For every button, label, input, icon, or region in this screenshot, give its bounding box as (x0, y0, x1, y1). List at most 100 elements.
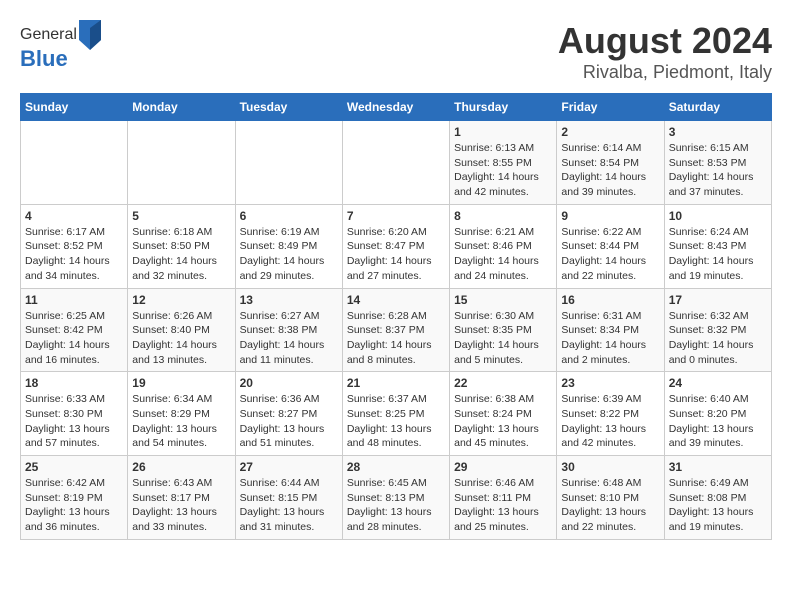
calendar-day: 9 Sunrise: 6:22 AMSunset: 8:44 PMDaylight… (557, 204, 664, 288)
day-number: 26 (132, 460, 230, 474)
calendar-week-1: 1 Sunrise: 6:13 AMSunset: 8:55 PMDaylight… (21, 121, 772, 205)
calendar-day (128, 121, 235, 205)
calendar-table: SundayMondayTuesdayWednesdayThursdayFrid… (20, 93, 772, 540)
weekday-header-monday: Monday (128, 94, 235, 121)
weekday-header-saturday: Saturday (664, 94, 771, 121)
day-number: 17 (669, 293, 767, 307)
day-info: Sunrise: 6:36 AMSunset: 8:27 PMDaylight:… (240, 392, 338, 451)
day-number: 13 (240, 293, 338, 307)
day-info: Sunrise: 6:24 AMSunset: 8:43 PMDaylight:… (669, 225, 767, 284)
day-number: 28 (347, 460, 445, 474)
calendar-week-3: 11 Sunrise: 6:25 AMSunset: 8:42 PMDayligh… (21, 288, 772, 372)
day-info: Sunrise: 6:39 AMSunset: 8:22 PMDaylight:… (561, 392, 659, 451)
day-info: Sunrise: 6:22 AMSunset: 8:44 PMDaylight:… (561, 225, 659, 284)
day-number: 2 (561, 125, 659, 139)
calendar-day: 3 Sunrise: 6:15 AMSunset: 8:53 PMDaylight… (664, 121, 771, 205)
day-info: Sunrise: 6:49 AMSunset: 8:08 PMDaylight:… (669, 476, 767, 535)
logo: General Blue (20, 20, 103, 72)
day-number: 27 (240, 460, 338, 474)
calendar-day: 8 Sunrise: 6:21 AMSunset: 8:46 PMDaylight… (450, 204, 557, 288)
day-number: 8 (454, 209, 552, 223)
calendar-day: 21 Sunrise: 6:37 AMSunset: 8:25 PMDayligh… (342, 372, 449, 456)
calendar-day: 31 Sunrise: 6:49 AMSunset: 8:08 PMDayligh… (664, 456, 771, 540)
calendar-week-2: 4Sunrise: 6:17 AMSunset: 8:52 PMDaylight… (21, 204, 772, 288)
calendar-day: 13Sunrise: 6:27 AMSunset: 8:38 PMDayligh… (235, 288, 342, 372)
calendar-day: 29Sunrise: 6:46 AMSunset: 8:11 PMDayligh… (450, 456, 557, 540)
day-info: Sunrise: 6:34 AMSunset: 8:29 PMDaylight:… (132, 392, 230, 451)
day-number: 21 (347, 376, 445, 390)
calendar-day: 20 Sunrise: 6:36 AMSunset: 8:27 PMDayligh… (235, 372, 342, 456)
calendar-day: 19 Sunrise: 6:34 AMSunset: 8:29 PMDayligh… (128, 372, 235, 456)
title-block: August 2024 Rivalba, Piedmont, Italy (558, 20, 772, 83)
weekday-header-tuesday: Tuesday (235, 94, 342, 121)
day-number: 29 (454, 460, 552, 474)
day-info: Sunrise: 6:40 AMSunset: 8:20 PMDaylight:… (669, 392, 767, 451)
calendar-day: 14 Sunrise: 6:28 AMSunset: 8:37 PMDayligh… (342, 288, 449, 372)
calendar-day: 26 Sunrise: 6:43 AMSunset: 8:17 PMDayligh… (128, 456, 235, 540)
calendar-day: 7Sunrise: 6:20 AMSunset: 8:47 PMDaylight… (342, 204, 449, 288)
day-number: 11 (25, 293, 123, 307)
day-info: Sunrise: 6:26 AMSunset: 8:40 PMDaylight:… (132, 309, 230, 368)
day-info: Sunrise: 6:45 AMSunset: 8:13 PMDaylight:… (347, 476, 445, 535)
calendar-day: 18Sunrise: 6:33 AMSunset: 8:30 PMDayligh… (21, 372, 128, 456)
calendar-day: 28 Sunrise: 6:45 AMSunset: 8:13 PMDayligh… (342, 456, 449, 540)
calendar-day: 16 Sunrise: 6:31 AMSunset: 8:34 PMDayligh… (557, 288, 664, 372)
calendar-title: August 2024 (558, 20, 772, 62)
day-info: Sunrise: 6:21 AMSunset: 8:46 PMDaylight:… (454, 225, 552, 284)
weekday-header-thursday: Thursday (450, 94, 557, 121)
calendar-day: 11 Sunrise: 6:25 AMSunset: 8:42 PMDayligh… (21, 288, 128, 372)
day-number: 3 (669, 125, 767, 139)
day-number: 30 (561, 460, 659, 474)
day-info: Sunrise: 6:30 AMSunset: 8:35 PMDaylight:… (454, 309, 552, 368)
day-info: Sunrise: 6:48 AMSunset: 8:10 PMDaylight:… (561, 476, 659, 535)
day-number: 18 (25, 376, 123, 390)
day-number: 23 (561, 376, 659, 390)
calendar-day (342, 121, 449, 205)
day-info: Sunrise: 6:13 AMSunset: 8:55 PMDaylight:… (454, 141, 552, 200)
day-number: 19 (132, 376, 230, 390)
calendar-day: 2Sunrise: 6:14 AMSunset: 8:54 PMDaylight… (557, 121, 664, 205)
logo-icon (79, 20, 101, 50)
calendar-day: 23 Sunrise: 6:39 AMSunset: 8:22 PMDayligh… (557, 372, 664, 456)
weekday-header-friday: Friday (557, 94, 664, 121)
day-info: Sunrise: 6:28 AMSunset: 8:37 PMDaylight:… (347, 309, 445, 368)
day-info: Sunrise: 6:25 AMSunset: 8:42 PMDaylight:… (25, 309, 123, 368)
day-number: 31 (669, 460, 767, 474)
day-info: Sunrise: 6:42 AMSunset: 8:19 PMDaylight:… (25, 476, 123, 535)
calendar-week-5: 25 Sunrise: 6:42 AMSunset: 8:19 PMDayligh… (21, 456, 772, 540)
day-number: 20 (240, 376, 338, 390)
day-number: 16 (561, 293, 659, 307)
calendar-day (21, 121, 128, 205)
calendar-day: 22 Sunrise: 6:38 AMSunset: 8:24 PMDayligh… (450, 372, 557, 456)
day-info: Sunrise: 6:31 AMSunset: 8:34 PMDaylight:… (561, 309, 659, 368)
calendar-day: 4Sunrise: 6:17 AMSunset: 8:52 PMDaylight… (21, 204, 128, 288)
day-number: 1 (454, 125, 552, 139)
day-number: 15 (454, 293, 552, 307)
calendar-day: 12Sunrise: 6:26 AMSunset: 8:40 PMDayligh… (128, 288, 235, 372)
calendar-day: 27Sunrise: 6:44 AMSunset: 8:15 PMDayligh… (235, 456, 342, 540)
logo-general-text: General (20, 26, 77, 44)
day-number: 25 (25, 460, 123, 474)
day-info: Sunrise: 6:38 AMSunset: 8:24 PMDaylight:… (454, 392, 552, 451)
day-info: Sunrise: 6:37 AMSunset: 8:25 PMDaylight:… (347, 392, 445, 451)
calendar-day: 17 Sunrise: 6:32 AMSunset: 8:32 PMDayligh… (664, 288, 771, 372)
calendar-day: 6Sunrise: 6:19 AMSunset: 8:49 PMDaylight… (235, 204, 342, 288)
calendar-subtitle: Rivalba, Piedmont, Italy (558, 62, 772, 83)
day-number: 9 (561, 209, 659, 223)
day-info: Sunrise: 6:17 AMSunset: 8:52 PMDaylight:… (25, 225, 123, 284)
day-number: 5 (132, 209, 230, 223)
day-info: Sunrise: 6:43 AMSunset: 8:17 PMDaylight:… (132, 476, 230, 535)
calendar-day: 25 Sunrise: 6:42 AMSunset: 8:19 PMDayligh… (21, 456, 128, 540)
weekday-header-row: SundayMondayTuesdayWednesdayThursdayFrid… (21, 94, 772, 121)
day-info: Sunrise: 6:15 AMSunset: 8:53 PMDaylight:… (669, 141, 767, 200)
day-number: 7 (347, 209, 445, 223)
day-number: 22 (454, 376, 552, 390)
calendar-day: 24 Sunrise: 6:40 AMSunset: 8:20 PMDayligh… (664, 372, 771, 456)
day-number: 24 (669, 376, 767, 390)
calendar-day: 15 Sunrise: 6:30 AMSunset: 8:35 PMDayligh… (450, 288, 557, 372)
day-info: Sunrise: 6:18 AMSunset: 8:50 PMDaylight:… (132, 225, 230, 284)
calendar-week-4: 18Sunrise: 6:33 AMSunset: 8:30 PMDayligh… (21, 372, 772, 456)
day-number: 14 (347, 293, 445, 307)
calendar-day: 30 Sunrise: 6:48 AMSunset: 8:10 PMDayligh… (557, 456, 664, 540)
day-info: Sunrise: 6:32 AMSunset: 8:32 PMDaylight:… (669, 309, 767, 368)
